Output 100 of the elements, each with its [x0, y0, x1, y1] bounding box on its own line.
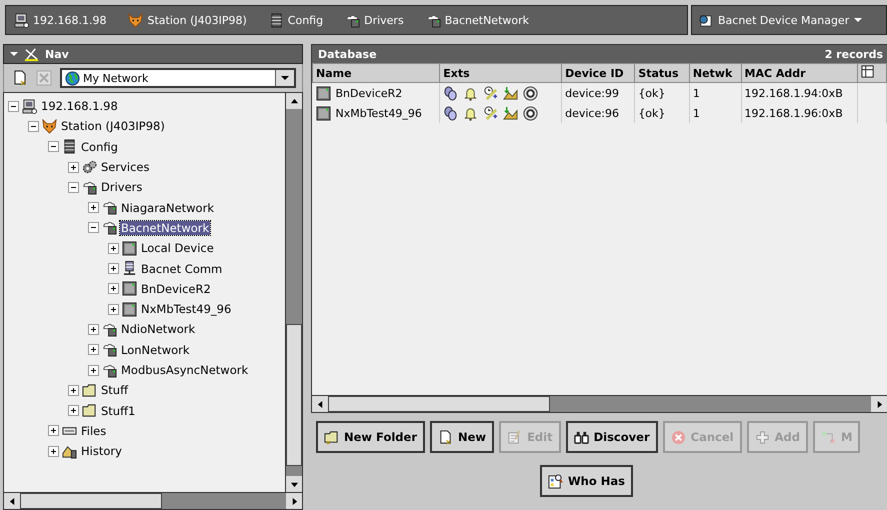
expand-toggle[interactable]: [48, 425, 59, 436]
collapse-toggle[interactable]: [48, 141, 59, 152]
tree-item[interactable]: NiagaraNetwork: [120, 200, 215, 215]
trend-arrows-icon: [503, 86, 518, 100]
scroll-arrow-button[interactable]: [286, 93, 302, 109]
expand-toggle[interactable]: [68, 162, 79, 173]
scroll-arrow-button[interactable]: [286, 493, 302, 509]
horizontal-scrollbar[interactable]: [4, 492, 302, 509]
network-icon: [426, 12, 441, 28]
caret-icon: [854, 16, 862, 24]
search-list-icon: [548, 474, 563, 488]
breadcrumb[interactable]: 192.168.1.98: [14, 12, 106, 28]
tree-item[interactable]: Station (J403IP98): [60, 119, 166, 134]
view-selector[interactable]: Bacnet Device Manager: [691, 5, 887, 35]
triangle-icon: [290, 480, 298, 488]
tree-item[interactable]: Files: [80, 424, 108, 438]
new-document-icon[interactable]: [12, 70, 28, 86]
caret-icon: [281, 74, 289, 82]
caret-icon[interactable]: [10, 50, 18, 58]
scroll-arrow-button[interactable]: [312, 396, 328, 412]
folder-icon: [82, 382, 97, 398]
column-header[interactable]: Name: [312, 64, 440, 82]
expand-toggle[interactable]: [108, 263, 119, 274]
stack-icon: [62, 139, 77, 154]
network-dropdown[interactable]: My Network: [60, 68, 296, 88]
column-header[interactable]: Device ID: [562, 64, 635, 82]
expand-toggle[interactable]: [48, 446, 59, 457]
breadcrumb[interactable]: Station (J403IP98): [128, 12, 247, 28]
breadcrumb[interactable]: BacnetNetwork: [426, 12, 530, 28]
scroll-arrow-button[interactable]: [4, 493, 20, 509]
triangle-icon: [316, 400, 324, 408]
column-header[interactable]: MAC Addr: [741, 64, 858, 82]
action-button[interactable]: New Folder: [316, 421, 425, 453]
expand-toggle[interactable]: [108, 283, 119, 294]
tree-item[interactable]: NdioNetwork: [120, 322, 196, 336]
collapse-toggle[interactable]: [88, 222, 99, 234]
column-chooser-icon[interactable]: [860, 64, 876, 79]
gears-icon: [82, 160, 97, 175]
network-icon: [345, 12, 360, 28]
table-cell: 192.168.1.94:0xB: [741, 82, 858, 103]
expand-toggle[interactable]: [88, 344, 99, 356]
tree-item[interactable]: History: [80, 444, 123, 458]
expand-toggle[interactable]: [88, 364, 99, 376]
who-has-button[interactable]: Who Has: [540, 465, 633, 497]
tree-item[interactable]: BnDeviceR2: [140, 282, 212, 296]
scroll-arrow-button[interactable]: [286, 476, 302, 492]
table-cell: 1: [689, 82, 741, 103]
stack-icon: [268, 12, 284, 28]
triangle-icon: [8, 498, 16, 504]
tree-item[interactable]: Stuff1: [100, 404, 136, 418]
fox-head-icon: [42, 118, 57, 134]
expand-toggle[interactable]: [68, 384, 79, 396]
breadcrumb[interactable]: Drivers: [345, 12, 404, 28]
expand-toggle[interactable]: [108, 242, 119, 254]
table-cell: device:96: [562, 103, 635, 123]
expand-toggle[interactable]: [88, 324, 99, 335]
table-cell: NxMbTest49_96: [312, 103, 440, 123]
expand-toggle[interactable]: [68, 405, 79, 416]
tree-item[interactable]: Config: [80, 140, 119, 154]
network-icon: [102, 342, 117, 358]
folder-icon: [324, 430, 339, 444]
tree-item[interactable]: Local Device: [140, 241, 215, 256]
collapse-toggle[interactable]: [68, 182, 79, 193]
computer-icon: [14, 12, 29, 28]
vertical-scrollbar[interactable]: [285, 93, 302, 492]
tree-item[interactable]: Bacnet Comm: [140, 262, 224, 276]
database-header: Database 2 records: [312, 45, 887, 63]
tree-item[interactable]: Drivers: [100, 180, 144, 194]
table-cell: device:99: [562, 82, 635, 103]
tree-item[interactable]: BacnetNetwork: [120, 220, 210, 235]
tree-item[interactable]: Services: [100, 160, 150, 174]
action-button[interactable]: Discover: [566, 421, 658, 453]
device-icon: [122, 240, 137, 256]
table-cell: 192.168.1.96:0xB: [741, 103, 858, 123]
column-header[interactable]: Exts: [440, 64, 562, 82]
collapse-toggle[interactable]: [8, 100, 19, 112]
tree-item[interactable]: NxMbTest49_96: [140, 302, 232, 316]
trend-arrows-icon: [503, 106, 518, 120]
manager-icon: [698, 12, 713, 28]
device-icon: [122, 302, 137, 317]
column-header[interactable]: Netwk: [689, 64, 741, 82]
collapse-toggle[interactable]: [28, 120, 39, 132]
action-button[interactable]: New: [430, 421, 494, 453]
expand-toggle[interactable]: [108, 304, 119, 315]
expand-toggle[interactable]: [88, 202, 99, 214]
tree-item[interactable]: 192.168.1.98: [40, 99, 119, 114]
tree-item[interactable]: ModbusAsyncNetwork: [120, 363, 250, 377]
triangle-icon: [876, 400, 882, 408]
scroll-arrow-button[interactable]: [871, 396, 887, 412]
tree-item[interactable]: Stuff: [100, 383, 130, 398]
tree-item[interactable]: LonNetwork: [120, 342, 191, 357]
clock-icon: [483, 86, 498, 100]
device-icon: [316, 86, 330, 100]
table-cell: {ok}: [634, 82, 690, 103]
horizontal-scrollbar[interactable]: [312, 395, 887, 412]
globe-icon: [65, 70, 80, 86]
column-header[interactable]: Status: [634, 64, 690, 82]
breadcrumb[interactable]: Config: [268, 12, 324, 28]
edit-icon: [507, 430, 522, 444]
triangle-icon: [290, 98, 298, 104]
